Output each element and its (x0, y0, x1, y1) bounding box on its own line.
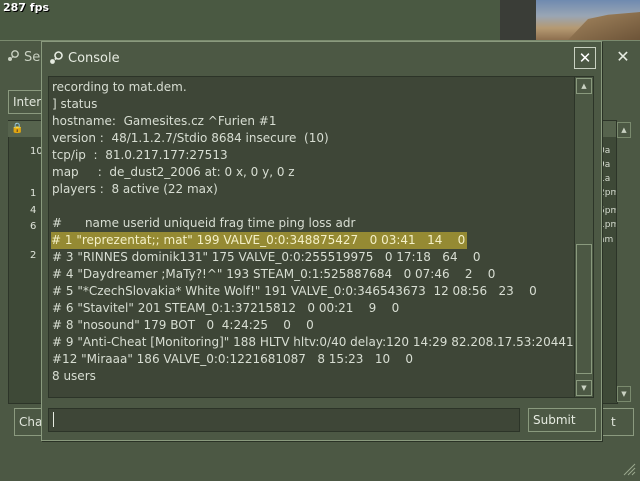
resize-grip-icon[interactable] (620, 460, 636, 476)
console-line: map : de_dust2_2006 at: 0 x, 0 y, 0 z (52, 165, 295, 179)
console-line: players : 8 active (22 max) (52, 182, 218, 196)
steam-logo-icon (50, 51, 63, 64)
console-line: # 8 "nosound" 179 BOT 0 4:24:25 0 0 (52, 318, 314, 332)
list-item: 2 (30, 250, 37, 261)
game-shadow (500, 0, 536, 40)
console-line: ] status (52, 97, 98, 111)
console-line: hostname: Gamesites.cz ^Furien #1 (52, 114, 277, 128)
scroll-down-icon[interactable]: ▼ (576, 380, 592, 396)
server-browser-title: Se (24, 50, 41, 65)
server-list-left[interactable] (8, 120, 44, 404)
console-output[interactable]: recording to mat.dem. ] status hostname: G… (48, 76, 575, 398)
text-caret (53, 412, 54, 427)
console-line: # 9 "Anti-Cheat [Monitoring]" 188 HLTV h… (52, 335, 574, 349)
console-line: # name userid uniqueid frag time ping lo… (52, 216, 356, 230)
console-line: 8 users (52, 369, 96, 383)
close-icon[interactable]: ✕ (574, 47, 596, 69)
list-item: 6 (30, 221, 37, 232)
console-title: Console (68, 51, 120, 66)
console-line: tcp/ip : 81.0.217.177:27513 (52, 148, 228, 162)
game-viewport (500, 0, 640, 40)
console-window: Console ✕ recording to mat.dem. ] status h… (41, 41, 602, 441)
console-line-selected: # 1 "reprezentat;; mat" 199 VALVE_0:0:34… (51, 232, 468, 249)
console-line: version : 48/1.1.2.7/Stdio 8684 insecure… (52, 131, 329, 145)
steam-logo-icon (8, 50, 19, 61)
fps-counter: 287 fps (3, 1, 49, 14)
console-line: # 5 "*CzechSlovakia* White Wolf!" 191 VA… (52, 284, 537, 298)
server-list-scrollbar[interactable] (616, 120, 631, 402)
console-scrollbar[interactable]: ▲ ▼ (574, 76, 594, 398)
server-browser-close-icon[interactable]: ✕ (614, 48, 632, 66)
game-dune (568, 12, 640, 40)
submit-button[interactable]: Submit (528, 408, 596, 432)
console-line: #12 "Miraaa" 186 VALVE_0:0:1221681087 8 … (52, 352, 413, 366)
console-line: # 6 "Stavitel" 201 STEAM_0:1:37215812 0 … (52, 301, 400, 315)
scroll-down-icon[interactable]: ▼ (617, 386, 631, 402)
command-input[interactable] (48, 408, 520, 432)
console-line: recording to mat.dem. (52, 80, 187, 94)
scrollbar-thumb[interactable] (576, 244, 592, 374)
scroll-up-icon[interactable]: ▲ (617, 122, 631, 138)
console-line: # 3 "RINNES dominik131" 175 VALVE_0:0:25… (52, 250, 481, 264)
scroll-up-icon[interactable]: ▲ (576, 78, 592, 94)
list-item: 4 (30, 205, 37, 216)
list-item: 1 (30, 188, 37, 199)
console-titlebar[interactable]: Console ✕ (42, 42, 601, 74)
console-line: # 4 "Daydreamer ;MaTy?!^" 193 STEAM_0:1:… (52, 267, 496, 281)
lock-icon: 🔒 (11, 123, 24, 134)
